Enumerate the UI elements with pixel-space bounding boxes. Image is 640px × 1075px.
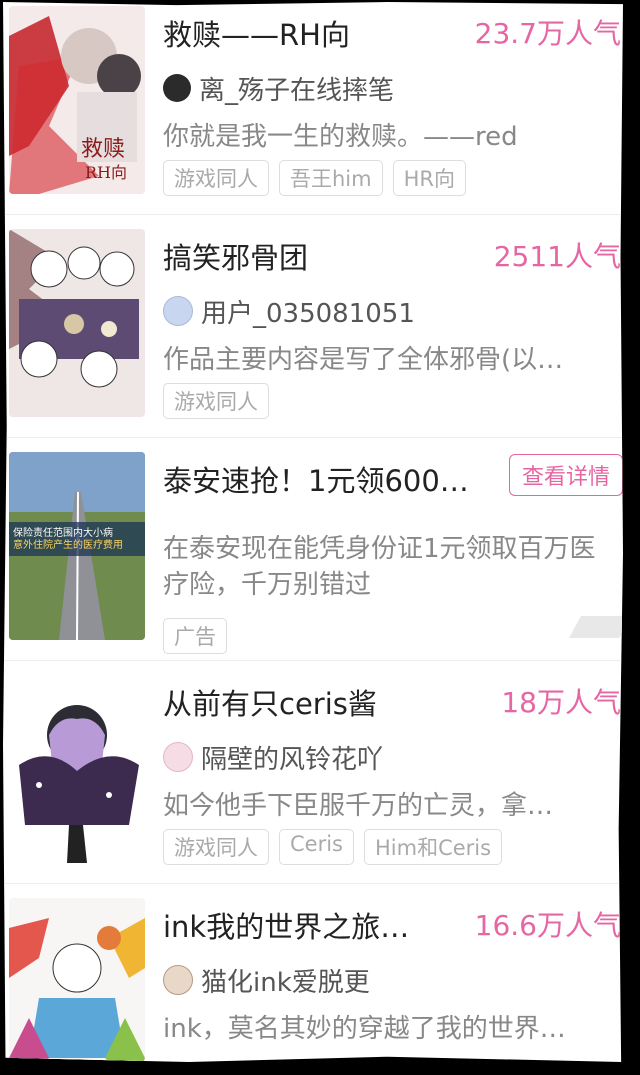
author-name: 猫化ink爱脱更	[201, 967, 370, 998]
svg-text:保险责任范围内大小病: 保险责任范围内大小病	[13, 526, 113, 539]
ad-description-line-1: 在泰安现在能凭身份证1元领取百万医	[163, 534, 596, 564]
cover-image[interactable]: 救赎 RH向	[9, 6, 145, 194]
feed-list: 救赎 RH向 救赎——RH向 23.7万人气 离_殇子在线摔笔 你就是我一生的救…	[3, 2, 623, 1062]
author[interactable]: 猫化ink爱脱更	[163, 964, 370, 998]
cover-image[interactable]	[9, 675, 145, 863]
tag[interactable]: 游戏同人	[163, 829, 269, 865]
svg-text:救赎: 救赎	[81, 137, 125, 162]
tag[interactable]: Ceris	[279, 829, 354, 865]
tag[interactable]: 游戏同人	[163, 383, 269, 419]
list-item[interactable]: ink我的世界之旅… 16.6万人气 猫化ink爱脱更 ink，莫名其妙的穿越了…	[3, 884, 623, 1062]
item-description: ink，莫名其妙的穿越了我的世界…	[163, 1014, 566, 1044]
popularity-count: 16.6万人气	[474, 909, 621, 942]
author-name: 隔壁的风铃花吖	[201, 744, 384, 775]
avatar	[163, 74, 191, 102]
cover-image[interactable]	[9, 898, 145, 1062]
author-name: 离_殇子在线摔笔	[199, 75, 395, 106]
tag-list: 游戏同人 吾王him HR向	[163, 160, 466, 196]
item-description: 作品主要内容是写了全体邪骨(以…	[163, 345, 564, 375]
ad-title[interactable]: 泰安速抢！1元领600…	[163, 458, 469, 500]
avatar	[163, 965, 193, 995]
author[interactable]: 离_殇子在线摔笔	[163, 72, 395, 106]
tag-list: 游戏同人	[163, 383, 269, 419]
author[interactable]: 用户_035081051	[163, 295, 415, 329]
list-item[interactable]: 从前有只ceris酱 18万人气 隔壁的风铃花吖 如今他手下臣服千万的亡灵，拿……	[3, 661, 623, 884]
avatar	[163, 742, 193, 772]
item-title[interactable]: 搞笑邪骨团	[163, 235, 308, 277]
ad-description-line-2: 疗险，千万别错过	[163, 570, 372, 600]
item-title[interactable]: 救赎——RH向	[163, 12, 350, 54]
list-item[interactable]: 搞笑邪骨团 2511人气 用户_035081051 作品主要内容是写了全体邪骨(…	[3, 215, 623, 438]
ad-item[interactable]: 保险责任范围内大小病 意外住院产生的医疗费用 泰安速抢！1元领600… 查看详情…	[3, 438, 623, 661]
tag[interactable]: Him和Ceris	[364, 829, 503, 865]
avatar	[163, 296, 193, 326]
tag[interactable]: HR向	[392, 160, 466, 196]
tag-list: 广告	[163, 618, 227, 654]
item-description: 如今他手下臣服千万的亡灵，拿…	[163, 791, 554, 821]
popularity-count: 2511人气	[493, 240, 621, 273]
tag[interactable]: 吾王him	[279, 160, 383, 196]
item-title[interactable]: 从前有只ceris酱	[163, 681, 377, 723]
popularity-count: 23.7万人气	[474, 17, 621, 50]
view-details-button[interactable]: 查看详情	[509, 454, 623, 496]
tag-list: 游戏同人 Ceris Him和Ceris	[163, 829, 503, 865]
item-title[interactable]: ink我的世界之旅…	[163, 904, 409, 946]
author-name: 用户_035081051	[201, 298, 415, 329]
author[interactable]: 隔壁的风铃花吖	[163, 741, 384, 775]
item-description: 你就是我一生的救赎。——red	[163, 122, 518, 152]
ad-label: 广告	[163, 618, 227, 654]
ad-image[interactable]: 保险责任范围内大小病 意外住院产生的医疗费用	[9, 452, 145, 640]
svg-text:意外住院产生的医疗费用: 意外住院产生的医疗费用	[13, 538, 123, 551]
tag[interactable]: 游戏同人	[163, 160, 269, 196]
svg-text:RH向: RH向	[85, 163, 127, 182]
ad-logo-icon	[569, 616, 623, 638]
list-item[interactable]: 救赎 RH向 救赎——RH向 23.7万人气 离_殇子在线摔笔 你就是我一生的救…	[3, 2, 623, 215]
cover-image[interactable]	[9, 229, 145, 417]
popularity-count: 18万人气	[501, 686, 621, 719]
